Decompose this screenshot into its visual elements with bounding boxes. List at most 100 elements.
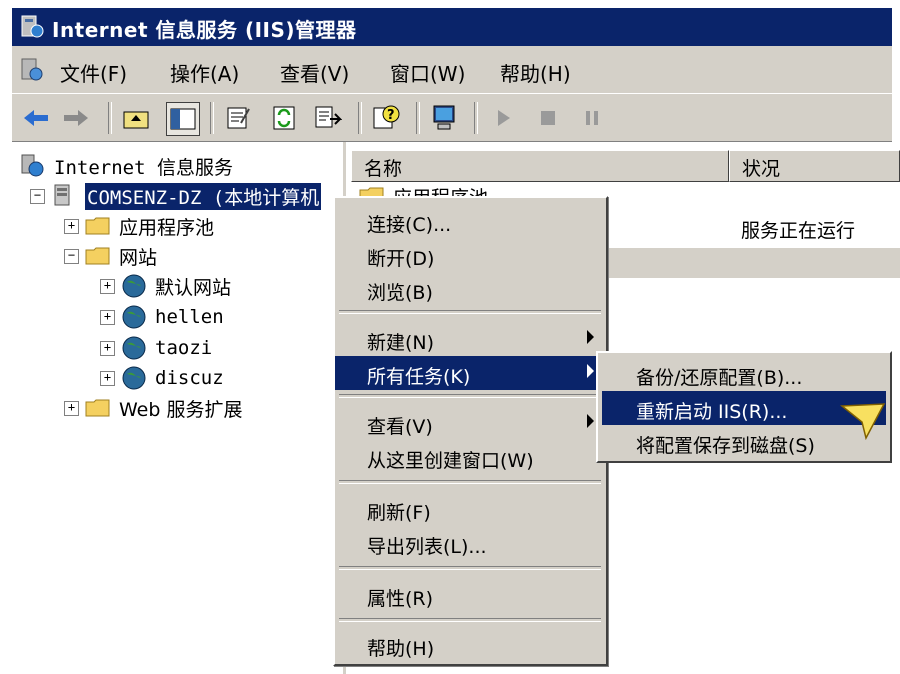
tree-websites[interactable]: − 网站 bbox=[64, 242, 157, 270]
console-icon[interactable] bbox=[18, 56, 46, 84]
submenu-arrow-icon bbox=[587, 364, 594, 378]
ctx-view-label: 查看(V) bbox=[367, 416, 433, 438]
expand-toggle[interactable]: + bbox=[64, 218, 79, 234]
tree-site[interactable]: + discuz bbox=[100, 364, 224, 392]
refresh-icon[interactable] bbox=[268, 102, 300, 134]
collapse-toggle[interactable]: − bbox=[30, 188, 45, 204]
column-header-status[interactable]: 状况 bbox=[729, 150, 900, 182]
ctx-new[interactable]: 新建(N) bbox=[335, 322, 606, 356]
tree-site-label: taozi bbox=[155, 337, 213, 359]
list-row-selected[interactable] bbox=[609, 248, 900, 278]
ctx-connect[interactable]: 连接(C)... bbox=[335, 204, 606, 238]
menu-window[interactable]: 窗口(W) bbox=[390, 58, 465, 87]
ctx-new-window[interactable]: 从这里创建窗口(W) bbox=[335, 440, 606, 474]
menu-action[interactable]: 操作(A) bbox=[170, 58, 239, 87]
globe-icon bbox=[121, 304, 147, 330]
stop-icon[interactable] bbox=[532, 102, 564, 134]
tree-web-ext[interactable]: + Web 服务扩展 bbox=[64, 394, 242, 422]
ctx-all-tasks-label: 所有任务(K) bbox=[367, 366, 471, 388]
expand-toggle[interactable]: + bbox=[100, 340, 115, 356]
pause-icon[interactable] bbox=[576, 102, 608, 134]
context-menu: 连接(C)... 断开(D) 浏览(B) 新建(N) 所有任务(K) 查看(V)… bbox=[333, 196, 608, 666]
expand-toggle[interactable]: + bbox=[64, 400, 79, 416]
ctx-new-label: 新建(N) bbox=[367, 332, 435, 354]
computer-icon[interactable] bbox=[428, 102, 460, 134]
menu-bar: 文件(F) 操作(A) 查看(V) 窗口(W) 帮助(H) bbox=[12, 46, 892, 94]
ctx-browse-label: 浏览(B) bbox=[367, 282, 433, 304]
properties-icon[interactable] bbox=[222, 102, 254, 134]
play-icon[interactable] bbox=[488, 102, 520, 134]
ctx-all-tasks[interactable]: 所有任务(K) bbox=[335, 356, 606, 390]
ctx-view[interactable]: 查看(V) bbox=[335, 406, 606, 440]
globe-icon bbox=[121, 335, 147, 361]
iis-root-icon bbox=[20, 153, 46, 179]
ctx-refresh-label: 刷新(F) bbox=[367, 502, 431, 524]
tree-pane: Internet 信息服务 − COMSENZ-DZ (本地计算机 + 应用程序… bbox=[12, 142, 346, 674]
ctx-export-list[interactable]: 导出列表(L)... bbox=[335, 526, 606, 560]
globe-icon bbox=[121, 365, 147, 391]
ctx-disconnect-label: 断开(D) bbox=[367, 248, 435, 270]
expand-toggle[interactable]: + bbox=[100, 370, 115, 386]
tree-site-label: hellen bbox=[155, 306, 224, 328]
ctx-export-list-label: 导出列表(L)... bbox=[367, 536, 487, 558]
ctx-new-window-label: 从这里创建窗口(W) bbox=[367, 450, 534, 472]
folder-icon bbox=[85, 398, 111, 418]
iis-app-icon bbox=[20, 14, 44, 40]
menu-file[interactable]: 文件(F) bbox=[60, 58, 127, 87]
pointer-arrow-icon bbox=[838, 400, 888, 442]
ctx-properties-label: 属性(R) bbox=[367, 588, 434, 610]
sub-backup-restore[interactable]: 备份/还原配置(B)... bbox=[602, 357, 886, 391]
tree-site[interactable]: + hellen bbox=[100, 303, 224, 331]
export-list-icon[interactable] bbox=[312, 102, 344, 134]
tree-site-label: 默认网站 bbox=[155, 276, 232, 299]
list-row-status: 服务正在运行 bbox=[741, 220, 856, 242]
help-icon[interactable]: ? bbox=[370, 102, 402, 134]
menu-view[interactable]: 查看(V) bbox=[280, 58, 349, 87]
sub-backup-restore-label: 备份/还原配置(B)... bbox=[636, 367, 803, 389]
tree-site-label: discuz bbox=[155, 367, 224, 389]
menu-help[interactable]: 帮助(H) bbox=[500, 58, 571, 87]
submenu-arrow-icon bbox=[587, 330, 594, 344]
tree-websites-label: 网站 bbox=[119, 246, 158, 269]
window-titlebar: Internet 信息服务 (IIS)管理器 bbox=[12, 8, 892, 46]
ctx-connect-label: 连接(C)... bbox=[367, 214, 452, 236]
ctx-help-label: 帮助(H) bbox=[367, 638, 435, 660]
expand-toggle[interactable]: + bbox=[100, 278, 115, 294]
submenu-arrow-icon bbox=[587, 414, 594, 428]
back-arrow-icon[interactable] bbox=[20, 102, 52, 134]
window-title: Internet 信息服务 (IIS)管理器 bbox=[52, 18, 357, 42]
folder-icon bbox=[85, 216, 111, 236]
menu-separator bbox=[339, 480, 601, 484]
globe-icon bbox=[121, 273, 147, 299]
tree-app-pool[interactable]: + 应用程序池 bbox=[64, 212, 214, 240]
tree-web-ext-label: Web 服务扩展 bbox=[119, 398, 243, 421]
forward-arrow-icon[interactable] bbox=[60, 102, 92, 134]
ctx-browse[interactable]: 浏览(B) bbox=[335, 272, 606, 306]
tree-server-label: COMSENZ-DZ (本地计算机 bbox=[85, 182, 322, 210]
tree-site[interactable]: + taozi bbox=[100, 334, 212, 362]
toolbar: ? bbox=[12, 94, 892, 142]
column-header-name[interactable]: 名称 bbox=[351, 150, 729, 182]
tree-site[interactable]: + 默认网站 bbox=[100, 272, 231, 300]
menu-separator bbox=[339, 618, 601, 622]
tree-server[interactable]: − COMSENZ-DZ (本地计算机 bbox=[30, 182, 322, 210]
svg-text:?: ? bbox=[387, 108, 395, 123]
sub-restart-iis-label: 重新启动 IIS(R)... bbox=[636, 401, 788, 423]
ctx-refresh[interactable]: 刷新(F) bbox=[335, 492, 606, 526]
tree-root[interactable]: Internet 信息服务 bbox=[20, 152, 233, 180]
folder-icon bbox=[85, 246, 111, 266]
menu-separator bbox=[339, 566, 601, 570]
menu-separator bbox=[339, 394, 601, 398]
expand-toggle[interactable]: + bbox=[100, 309, 115, 325]
ctx-help[interactable]: 帮助(H) bbox=[335, 628, 606, 662]
show-hide-tree-icon[interactable] bbox=[166, 102, 200, 136]
server-icon bbox=[51, 183, 77, 209]
sub-save-config-label: 将配置保存到磁盘(S) bbox=[636, 435, 815, 457]
ctx-disconnect[interactable]: 断开(D) bbox=[335, 238, 606, 272]
tree-root-label: Internet 信息服务 bbox=[54, 156, 233, 179]
collapse-toggle[interactable]: − bbox=[64, 248, 79, 264]
ctx-properties[interactable]: 属性(R) bbox=[335, 578, 606, 612]
up-folder-icon[interactable] bbox=[120, 102, 152, 134]
menu-separator bbox=[339, 310, 601, 314]
tree-app-pool-label: 应用程序池 bbox=[119, 216, 215, 239]
